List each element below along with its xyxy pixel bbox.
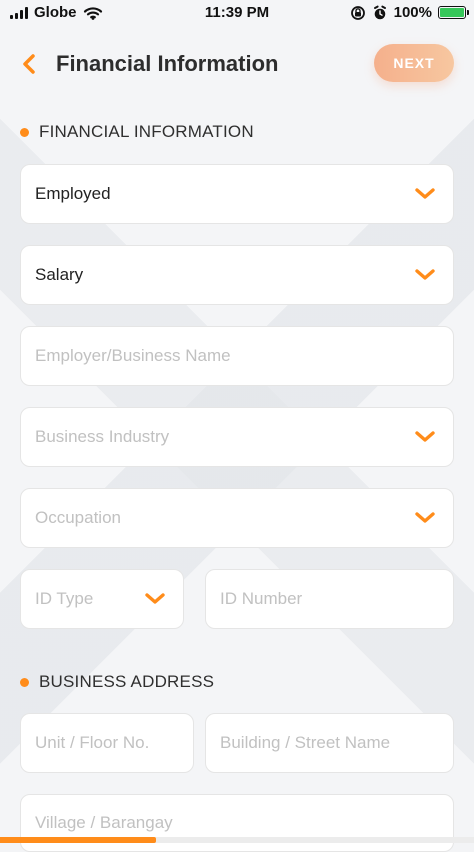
progress-bar bbox=[0, 837, 474, 843]
progress-fill bbox=[0, 837, 157, 843]
chevron-down-icon bbox=[415, 431, 435, 442]
lock-rotation-icon bbox=[350, 5, 365, 20]
next-button[interactable]: NEXT bbox=[374, 44, 454, 82]
unit-floor-field[interactable]: Unit / Floor No. bbox=[20, 713, 194, 773]
source-of-funds-value: Salary bbox=[35, 265, 84, 284]
battery-icon bbox=[438, 6, 469, 19]
id-type-select[interactable]: ID Type bbox=[20, 569, 184, 629]
page-title: Financial Information bbox=[56, 51, 279, 76]
employer-business-name-field[interactable]: Employer/Business Name bbox=[20, 326, 454, 386]
unit-floor-placeholder: Unit / Floor No. bbox=[35, 733, 150, 752]
business-industry-select[interactable]: Business Industry bbox=[20, 407, 454, 467]
occupation-select[interactable]: Occupation bbox=[20, 488, 454, 548]
employer-business-name-placeholder: Employer/Business Name bbox=[35, 346, 231, 365]
chevron-down-icon bbox=[415, 269, 435, 280]
employment-status-select[interactable]: Employed bbox=[20, 164, 454, 224]
village-barangay-placeholder: Village / Barangay bbox=[35, 813, 173, 832]
occupation-placeholder: Occupation bbox=[35, 508, 121, 527]
business-address-section-label: BUSINESS ADDRESS bbox=[39, 672, 215, 691]
business-industry-placeholder: Business Industry bbox=[35, 427, 170, 446]
chevron-down-icon bbox=[415, 188, 435, 199]
village-barangay-field[interactable]: Village / Barangay bbox=[20, 794, 454, 852]
source-of-funds-select[interactable]: Salary bbox=[20, 245, 454, 305]
chevron-down-icon bbox=[145, 593, 165, 604]
financial-section-title: FINANCIAL INFORMATION bbox=[20, 122, 254, 142]
status-right: 100% bbox=[350, 4, 469, 21]
business-address-section-title: BUSINESS ADDRESS bbox=[20, 672, 214, 692]
section-dot-icon bbox=[20, 677, 29, 687]
financial-section-label: FINANCIAL INFORMATION bbox=[39, 122, 254, 141]
employment-status-value: Employed bbox=[35, 184, 111, 203]
battery-fill bbox=[440, 8, 464, 17]
building-street-field[interactable]: Building / Street Name bbox=[205, 713, 454, 773]
chevron-down-icon bbox=[415, 512, 435, 523]
id-number-field[interactable]: ID Number bbox=[205, 569, 454, 629]
battery-percent: 100% bbox=[393, 4, 432, 21]
top-header: Financial Information NEXT bbox=[0, 40, 474, 88]
status-bar: Globe 11:39 PM 100% bbox=[0, 0, 474, 26]
alarm-icon bbox=[373, 5, 386, 19]
chevron-left-icon[interactable] bbox=[16, 50, 44, 78]
building-street-placeholder: Building / Street Name bbox=[220, 733, 391, 752]
id-number-placeholder: ID Number bbox=[220, 589, 303, 608]
id-type-placeholder: ID Type bbox=[35, 589, 94, 608]
section-dot-icon bbox=[20, 127, 29, 137]
